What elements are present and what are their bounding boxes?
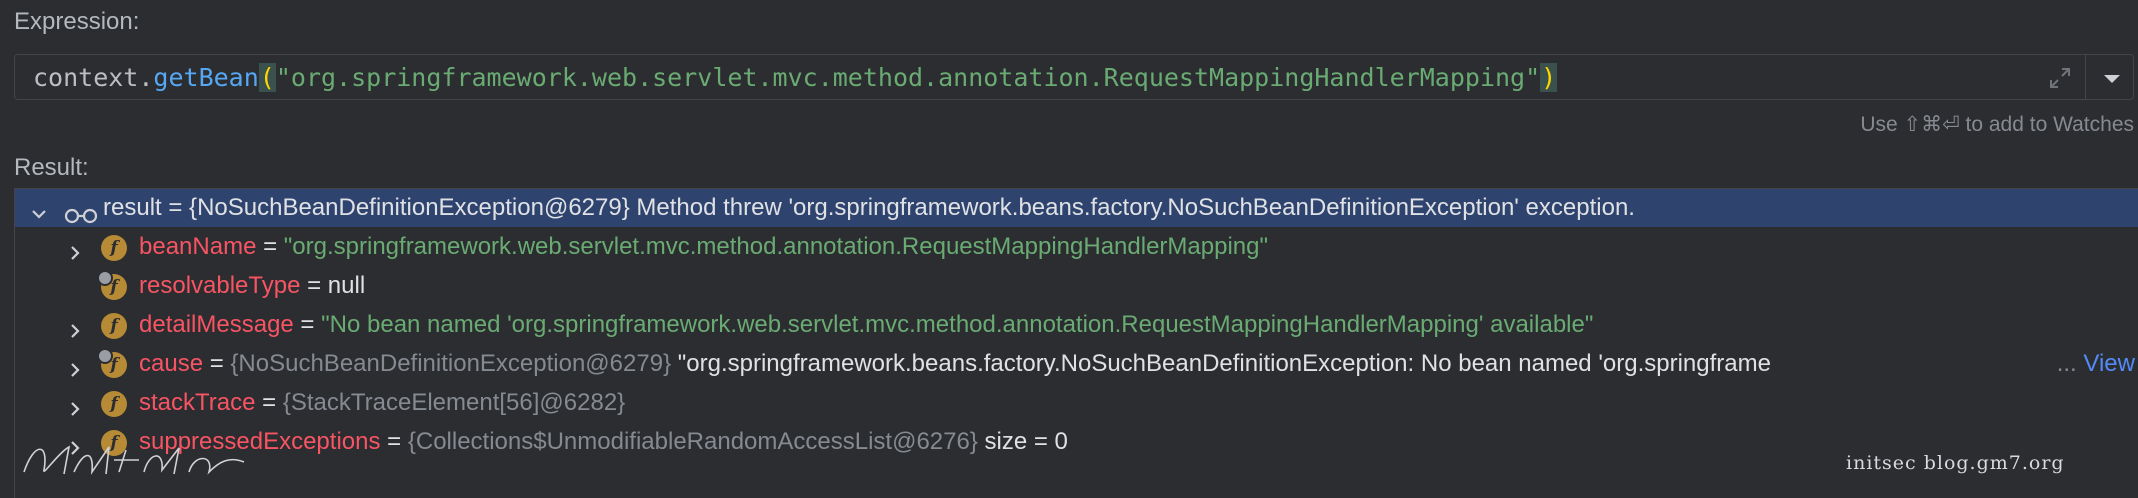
field-name: beanName bbox=[139, 233, 257, 260]
chevron-down-icon[interactable] bbox=[29, 198, 49, 219]
watermark-text: initsec blog.gm7.org bbox=[1846, 452, 2065, 474]
tree-row-detailmessage[interactable]: f detailMessage = "No bean named 'org.sp… bbox=[15, 306, 2138, 344]
field-eq: = bbox=[255, 389, 283, 416]
chevron-right-icon[interactable] bbox=[65, 315, 85, 338]
expression-input[interactable]: context.getBean("org.springframework.web… bbox=[14, 54, 2134, 100]
expression-method: getBean bbox=[153, 63, 259, 92]
expression-receiver: context. bbox=[33, 63, 154, 92]
view-link-label[interactable]: View bbox=[2077, 350, 2135, 377]
chevron-right-icon[interactable] bbox=[65, 393, 85, 416]
field-name: stackTrace bbox=[139, 389, 256, 416]
expression-code[interactable]: context.getBean("org.springframework.web… bbox=[33, 61, 1558, 95]
pin-icon bbox=[97, 348, 113, 364]
result-tree[interactable]: result = {NoSuchBeanDefinitionException@… bbox=[14, 188, 2138, 498]
field-name: resolvableType bbox=[139, 272, 301, 299]
field-name: cause bbox=[139, 350, 204, 377]
expand-icon[interactable] bbox=[2045, 63, 2075, 93]
field-ref: {NoSuchBeanDefinitionException@6279} bbox=[230, 350, 672, 377]
field-icon: f bbox=[101, 313, 127, 339]
tree-row-cause[interactable]: f cause = {NoSuchBeanDefinitionException… bbox=[15, 345, 2138, 383]
field-ref: {StackTraceElement[56]@6282} bbox=[282, 389, 626, 416]
chevron-right-icon[interactable] bbox=[65, 354, 85, 377]
field-eq: = bbox=[380, 428, 408, 455]
field-icon: f bbox=[97, 348, 127, 378]
expression-argument: "org.springframework.web.servlet.mvc.met… bbox=[275, 63, 1541, 92]
tree-node-name: result bbox=[103, 194, 162, 221]
tree-row-result[interactable]: result = {NoSuchBeanDefinitionException@… bbox=[15, 189, 2138, 227]
tree-row-stacktrace[interactable]: f stackTrace = {StackTraceElement[56]@62… bbox=[15, 384, 2138, 422]
expression-label: Expression: bbox=[14, 8, 140, 35]
field-ref: {Collections$UnmodifiableRandomAccessLis… bbox=[407, 428, 978, 455]
field-value: "org.springframework.beans.factory.NoSuc… bbox=[671, 350, 1771, 377]
expression-open-paren: ( bbox=[258, 63, 276, 92]
tree-row-suppressedexceptions[interactable]: f suppressedExceptions = {Collections$Un… bbox=[15, 423, 2138, 461]
result-label: Result: bbox=[14, 154, 89, 181]
tree-row-beanname[interactable]: f beanName = "org.springframework.web.se… bbox=[15, 228, 2138, 266]
field-value: "No bean named 'org.springframework.web.… bbox=[321, 311, 1594, 338]
evaluate-expression-panel: Expression: context.getBean("org.springf… bbox=[0, 0, 2138, 498]
view-link[interactable]: ... View bbox=[2057, 345, 2135, 383]
input-divider bbox=[2085, 55, 2086, 99]
field-eq: = bbox=[300, 272, 328, 299]
field-icon: f bbox=[97, 270, 127, 300]
field-icon: f bbox=[101, 391, 127, 417]
field-eq: = bbox=[256, 233, 284, 260]
chevron-right-icon[interactable] bbox=[65, 237, 85, 260]
field-value: null bbox=[327, 272, 366, 299]
ellipsis: ... bbox=[2056, 350, 2077, 377]
field-name: detailMessage bbox=[139, 311, 294, 338]
field-eq: = bbox=[293, 311, 322, 338]
field-value: "org.springframework.web.servlet.mvc.met… bbox=[283, 233, 1268, 260]
tree-node-value: {NoSuchBeanDefinitionException@6279} Met… bbox=[189, 194, 1635, 221]
expression-close-paren: ) bbox=[1540, 63, 1558, 92]
tree-row-resolvabletype[interactable]: f resolvableType = null bbox=[15, 267, 2138, 305]
add-to-watches-hint: Use ⇧⌘⏎ to add to Watches bbox=[1860, 113, 2134, 136]
pin-icon bbox=[97, 270, 113, 286]
watch-glasses-icon bbox=[63, 199, 99, 224]
tree-node-eq: = bbox=[161, 194, 190, 221]
field-icon: f bbox=[101, 235, 127, 261]
field-value: size = 0 bbox=[977, 428, 1068, 455]
field-eq: = bbox=[203, 350, 231, 377]
chevron-down-icon[interactable] bbox=[2093, 63, 2131, 93]
scribble-watermark-logo bbox=[23, 445, 245, 476]
